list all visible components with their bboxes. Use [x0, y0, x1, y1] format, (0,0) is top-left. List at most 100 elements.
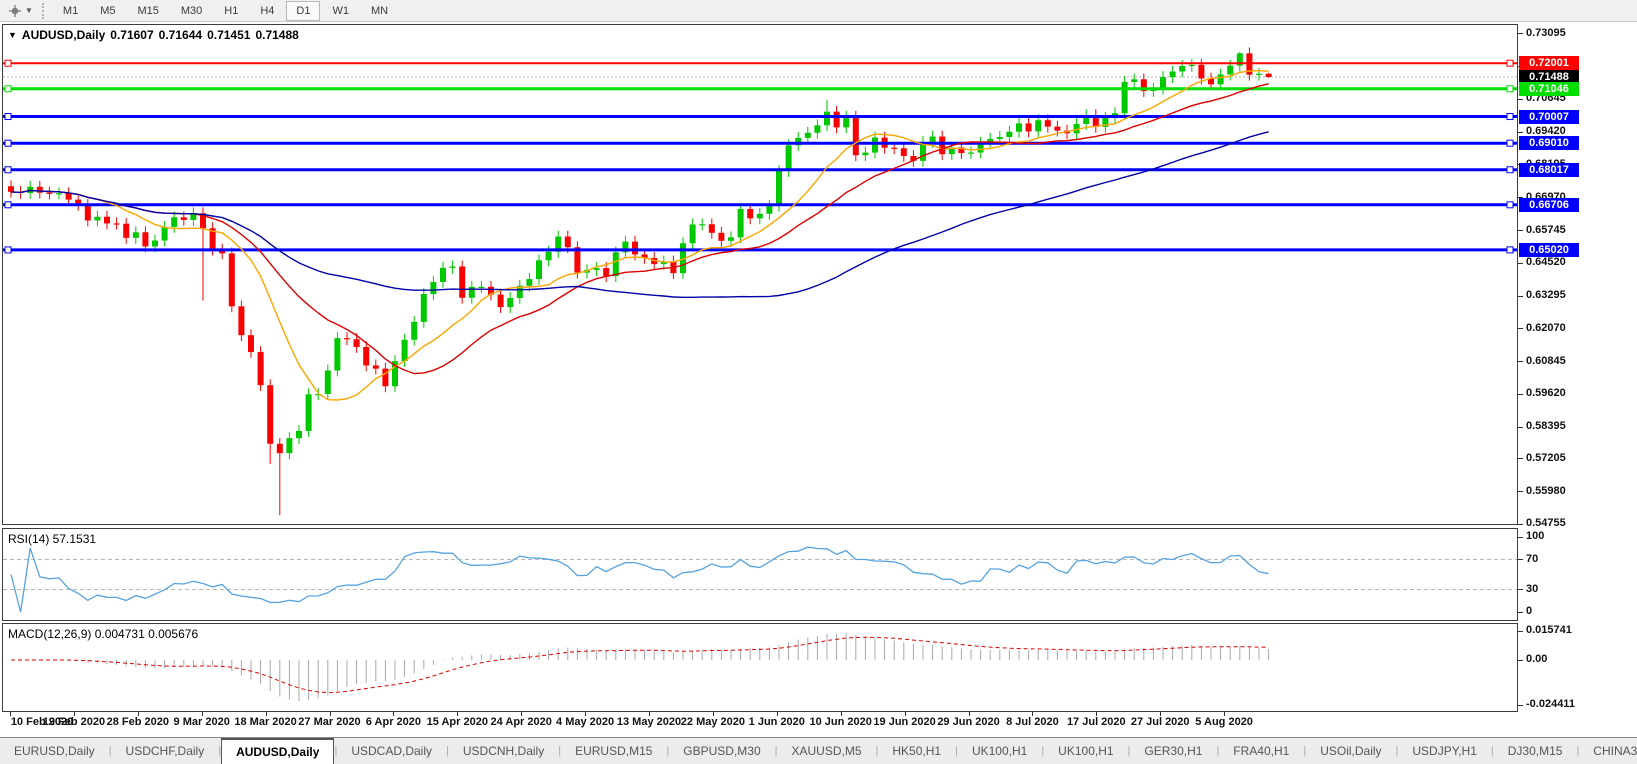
timeframe-button-mn[interactable]: MN [361, 1, 398, 21]
date-label-0: 10 Feb 2020 [2, 716, 82, 728]
price-tickmark [1518, 524, 1523, 525]
date-label-2: 28 Feb 2020 [98, 716, 178, 728]
level-price-tag-0.71046[interactable]: 0.71046 [1519, 82, 1579, 96]
rsi-tickmark [1518, 612, 1523, 613]
chart-tab-usdcad-daily[interactable]: USDCAD,Daily [337, 738, 446, 764]
main-chart-panel[interactable]: ▼ AUDUSD,Daily 0.71607 0.71644 0.71451 0… [2, 24, 1518, 525]
macd-tick-0.00: 0.00 [1526, 653, 1547, 665]
date-label-4: 18 Mar 2020 [226, 716, 306, 728]
date-tickmark [713, 712, 714, 716]
price-tick-0.59620: 0.59620 [1526, 387, 1566, 399]
timeframe-button-d1[interactable]: D1 [286, 1, 320, 21]
chart-tab-usdjpy-h1[interactable]: USDJPY,H1 [1398, 738, 1490, 764]
rsi-panel[interactable]: RSI(14) 57.1531 [2, 528, 1518, 621]
timeframe-button-m15[interactable]: M15 [127, 1, 168, 21]
level-price-tag-0.70007[interactable]: 0.70007 [1519, 110, 1579, 124]
timeframe-button-m1[interactable]: M1 [53, 1, 88, 21]
chart-tab-audusd-daily[interactable]: AUDUSD,Daily [221, 738, 334, 764]
price-tickmark [1518, 296, 1523, 297]
date-tickmark [1224, 712, 1225, 716]
chart-tab-eurusd-daily[interactable]: EURUSD,Daily [0, 738, 109, 764]
level-price-tag-0.68017[interactable]: 0.68017 [1519, 163, 1579, 177]
chart-tab-fra40-h1[interactable]: FRA40,H1 [1219, 738, 1303, 764]
chart-tab-ger30-h1[interactable]: GER30,H1 [1130, 738, 1216, 764]
level-price-tag-0.65020[interactable]: 0.65020 [1519, 243, 1579, 257]
date-label-16: 8 Jul 2020 [992, 716, 1072, 728]
rsi-tick-100: 100 [1526, 530, 1544, 542]
price-tickmark [1518, 491, 1523, 492]
top-toolbar: ▼ M1M5M15M30H1H4D1W1MN [0, 0, 1637, 22]
price-tick-0.58395: 0.58395 [1526, 420, 1566, 432]
macd-tick-0.015741: 0.015741 [1526, 624, 1572, 636]
chart-tab-eurusd-m15[interactable]: EURUSD,M15 [561, 738, 666, 764]
chart-title: ▼ AUDUSD,Daily 0.71607 0.71644 0.71451 0… [8, 28, 299, 42]
date-label-15: 29 Jun 2020 [929, 716, 1009, 728]
macd-tickmark [1518, 660, 1523, 661]
chart-tab-uk100-h1[interactable]: UK100,H1 [958, 738, 1041, 764]
date-label-18: 27 Jul 2020 [1120, 716, 1200, 728]
chart-tab-gbpusd-m30[interactable]: GBPUSD,M30 [669, 738, 774, 764]
date-tickmark [330, 712, 331, 716]
chart-tab-hk50-h1[interactable]: HK50,H1 [878, 738, 955, 764]
rsi-tick-0: 0 [1526, 605, 1532, 617]
date-label-12: 1 Jun 2020 [737, 716, 817, 728]
price-tick-0.64520: 0.64520 [1526, 256, 1566, 268]
date-label-1: 19 Feb 2020 [34, 716, 114, 728]
date-tickmark [777, 712, 778, 716]
date-tickmark [457, 712, 458, 716]
date-tickmark [1096, 712, 1097, 716]
price-tickmark [1518, 427, 1523, 428]
cursor-tool-dropdown-icon[interactable]: ▼ [25, 6, 33, 15]
level-price-tag-0.72001[interactable]: 0.72001 [1519, 56, 1579, 70]
date-tickmark [138, 712, 139, 716]
date-label-7: 15 Apr 2020 [417, 716, 497, 728]
date-label-8: 24 Apr 2020 [481, 716, 561, 728]
rsi-canvas [3, 529, 1517, 620]
timeframe-button-h1[interactable]: H1 [214, 1, 248, 21]
date-tickmark [393, 712, 394, 716]
chart-tab-xauusd-m5[interactable]: XAUUSD,M5 [778, 738, 876, 764]
macd-panel[interactable]: MACD(12,26,9) 0.004731 0.005676 [2, 623, 1518, 712]
price-tickmark [1518, 361, 1523, 362]
price-tickmark [1518, 458, 1523, 459]
quote-open: 0.71607 [110, 28, 153, 42]
chart-title-dropdown-icon[interactable]: ▼ [8, 30, 17, 40]
cursor-tool-button[interactable]: ▼ [4, 2, 37, 20]
date-tickmark [10, 712, 11, 716]
date-tickmark [74, 712, 75, 716]
price-tickmark [1518, 328, 1523, 329]
date-tickmark [266, 712, 267, 716]
rsi-label: RSI(14) 57.1531 [8, 532, 96, 546]
chart-tab-china300-h4[interactable]: CHINA300,H4 [1579, 738, 1637, 764]
chart-tab-uk100-h1[interactable]: UK100,H1 [1044, 738, 1127, 764]
rsi-tickmark [1518, 537, 1523, 538]
date-tickmark [202, 712, 203, 716]
date-tickmark [649, 712, 650, 716]
chart-symbol-label: AUDUSD,Daily [22, 28, 105, 42]
date-tickmark [1032, 712, 1033, 716]
timeframe-button-w1[interactable]: W1 [322, 1, 359, 21]
price-tick-0.63295: 0.63295 [1526, 289, 1566, 301]
chart-tab-dj30-m15[interactable]: DJ30,M15 [1494, 738, 1577, 764]
price-tickmark [1518, 394, 1523, 395]
price-tickmark [1518, 33, 1523, 34]
chart-tab-usdcnh-daily[interactable]: USDCNH,Daily [449, 738, 558, 764]
level-price-tag-0.66706[interactable]: 0.66706 [1519, 198, 1579, 212]
date-tickmark [585, 712, 586, 716]
main-chart-canvas[interactable] [3, 25, 1517, 524]
date-label-6: 6 Apr 2020 [353, 716, 433, 728]
price-tickmark [1518, 230, 1523, 231]
chart-tab-usdchf-daily[interactable]: USDCHF,Daily [112, 738, 219, 764]
date-tickmark [521, 712, 522, 716]
macd-tickmark [1518, 705, 1523, 706]
crosshair-icon [8, 4, 22, 18]
toolbar-drag-handle[interactable] [42, 3, 47, 19]
timeframe-button-m30[interactable]: M30 [171, 1, 212, 21]
timeframe-button-h4[interactable]: H4 [250, 1, 284, 21]
level-price-tag-0.69010[interactable]: 0.69010 [1519, 136, 1579, 150]
date-tickmark [1160, 712, 1161, 716]
chart-tab-usoil-daily[interactable]: USOil,Daily [1306, 738, 1395, 764]
date-tickmark [841, 712, 842, 716]
timeframe-button-m5[interactable]: M5 [90, 1, 125, 21]
price-tick-0.55980: 0.55980 [1526, 485, 1566, 497]
